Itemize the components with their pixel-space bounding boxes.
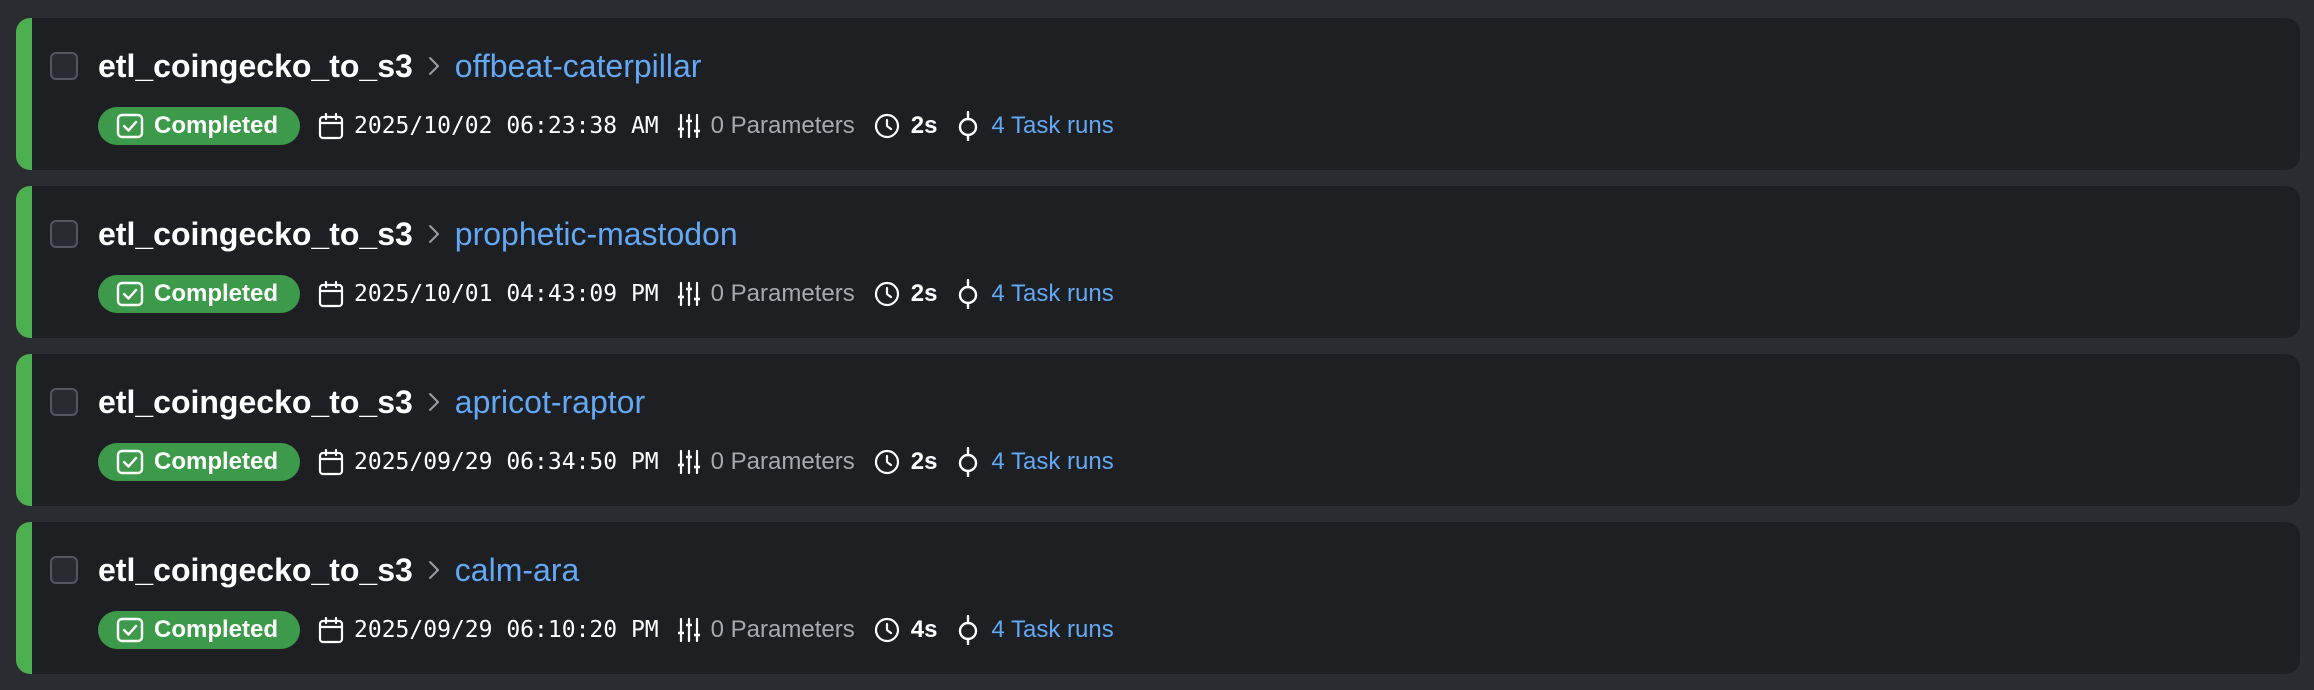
status-label: Completed (154, 280, 279, 307)
start-time: 2025/10/02 06:23:38 AM (318, 112, 659, 140)
task-runs-count: 4 Task runs (991, 448, 1114, 475)
task-run-icon (955, 111, 991, 141)
row-select-checkbox[interactable] (50, 52, 78, 80)
flow-run-meta: Completed 2025/10/01 04:43:09 PM 0 Param… (98, 274, 1132, 314)
parameters-button[interactable]: 0 Parameters (677, 448, 855, 476)
flow-run-title: etl_coingecko_to_s3 prophetic-mastodon (98, 214, 738, 254)
flow-run-name-link[interactable]: offbeat-caterpillar (455, 48, 702, 85)
sliders-icon (677, 448, 711, 476)
status-accent-bar (16, 186, 32, 338)
sliders-icon (677, 280, 711, 308)
clock-icon (873, 112, 911, 140)
row-select-checkbox[interactable] (50, 556, 78, 584)
sliders-icon (677, 112, 711, 140)
sliders-icon (677, 616, 711, 644)
flow-name-link[interactable]: etl_coingecko_to_s3 (98, 552, 413, 589)
start-time-value: 2025/09/29 06:10:20 PM (354, 617, 659, 643)
task-runs-count: 4 Task runs (991, 112, 1114, 139)
status-accent-bar (16, 18, 32, 170)
calendar-icon (318, 448, 354, 476)
clock-icon (873, 448, 911, 476)
flow-run-name-link[interactable]: calm-ara (455, 552, 579, 589)
check-square-icon (116, 113, 154, 139)
chevron-right-icon (419, 555, 449, 585)
duration-value: 2s (910, 448, 938, 475)
calendar-icon (318, 280, 354, 308)
status-accent-bar (16, 522, 32, 674)
parameters-button[interactable]: 0 Parameters (677, 280, 855, 308)
start-time-value: 2025/09/29 06:34:50 PM (354, 449, 659, 475)
start-time-value: 2025/10/02 06:23:38 AM (354, 113, 659, 139)
task-runs-count: 4 Task runs (991, 280, 1114, 307)
flow-name-link[interactable]: etl_coingecko_to_s3 (98, 216, 413, 253)
check-square-icon (116, 449, 154, 475)
flow-run-meta: Completed 2025/09/29 06:34:50 PM 0 Param… (98, 442, 1132, 482)
flow-run-meta: Completed 2025/09/29 06:10:20 PM 0 Param… (98, 610, 1132, 650)
row-select-checkbox[interactable] (50, 220, 78, 248)
parameters-count: 0 Parameters (710, 280, 855, 307)
duration: 2s (873, 112, 938, 140)
start-time: 2025/09/29 06:34:50 PM (318, 448, 659, 476)
parameters-button[interactable]: 0 Parameters (677, 112, 855, 140)
chevron-right-icon (419, 219, 449, 249)
status-label: Completed (154, 448, 279, 475)
row-select-checkbox[interactable] (50, 388, 78, 416)
task-run-icon (955, 447, 991, 477)
duration-value: 2s (910, 112, 938, 139)
chevron-right-icon (419, 51, 449, 81)
task-runs-count: 4 Task runs (991, 616, 1114, 643)
flow-run-row: etl_coingecko_to_s3 offbeat-caterpillar … (16, 18, 2300, 170)
start-time-value: 2025/10/01 04:43:09 PM (354, 281, 659, 307)
calendar-icon (318, 112, 354, 140)
flow-run-title: etl_coingecko_to_s3 calm-ara (98, 550, 579, 590)
duration: 4s (873, 616, 938, 644)
task-runs-link[interactable]: 4 Task runs (955, 447, 1114, 477)
flow-run-row: etl_coingecko_to_s3 calm-ara Completed 2… (16, 522, 2300, 674)
task-run-icon (955, 279, 991, 309)
task-runs-link[interactable]: 4 Task runs (955, 615, 1114, 645)
flow-run-name-link[interactable]: apricot-raptor (455, 384, 645, 421)
parameters-count: 0 Parameters (710, 616, 855, 643)
duration-value: 4s (910, 616, 938, 643)
duration-value: 2s (910, 280, 938, 307)
status-label: Completed (154, 616, 279, 643)
status-badge: Completed (98, 443, 301, 481)
status-accent-bar (16, 354, 32, 506)
start-time: 2025/10/01 04:43:09 PM (318, 280, 659, 308)
task-runs-link[interactable]: 4 Task runs (955, 279, 1114, 309)
flow-run-title: etl_coingecko_to_s3 offbeat-caterpillar (98, 46, 701, 86)
status-badge: Completed (98, 611, 301, 649)
flow-run-row: etl_coingecko_to_s3 apricot-raptor Compl… (16, 354, 2300, 506)
calendar-icon (318, 616, 354, 644)
parameters-count: 0 Parameters (710, 448, 855, 475)
parameters-count: 0 Parameters (710, 112, 855, 139)
check-square-icon (116, 281, 154, 307)
parameters-button[interactable]: 0 Parameters (677, 616, 855, 644)
clock-icon (873, 616, 911, 644)
duration: 2s (873, 448, 938, 476)
flow-name-link[interactable]: etl_coingecko_to_s3 (98, 384, 413, 421)
flow-run-meta: Completed 2025/10/02 06:23:38 AM 0 Param… (98, 106, 1132, 146)
duration: 2s (873, 280, 938, 308)
flow-run-row: etl_coingecko_to_s3 prophetic-mastodon C… (16, 186, 2300, 338)
flow-run-list: etl_coingecko_to_s3 offbeat-caterpillar … (16, 18, 2300, 690)
task-run-icon (955, 615, 991, 645)
clock-icon (873, 280, 911, 308)
status-badge: Completed (98, 107, 301, 145)
chevron-right-icon (419, 387, 449, 417)
check-square-icon (116, 617, 154, 643)
status-label: Completed (154, 112, 279, 139)
flow-run-name-link[interactable]: prophetic-mastodon (455, 216, 738, 253)
flow-name-link[interactable]: etl_coingecko_to_s3 (98, 48, 413, 85)
status-badge: Completed (98, 275, 301, 313)
start-time: 2025/09/29 06:10:20 PM (318, 616, 659, 644)
flow-run-title: etl_coingecko_to_s3 apricot-raptor (98, 382, 645, 422)
task-runs-link[interactable]: 4 Task runs (955, 111, 1114, 141)
